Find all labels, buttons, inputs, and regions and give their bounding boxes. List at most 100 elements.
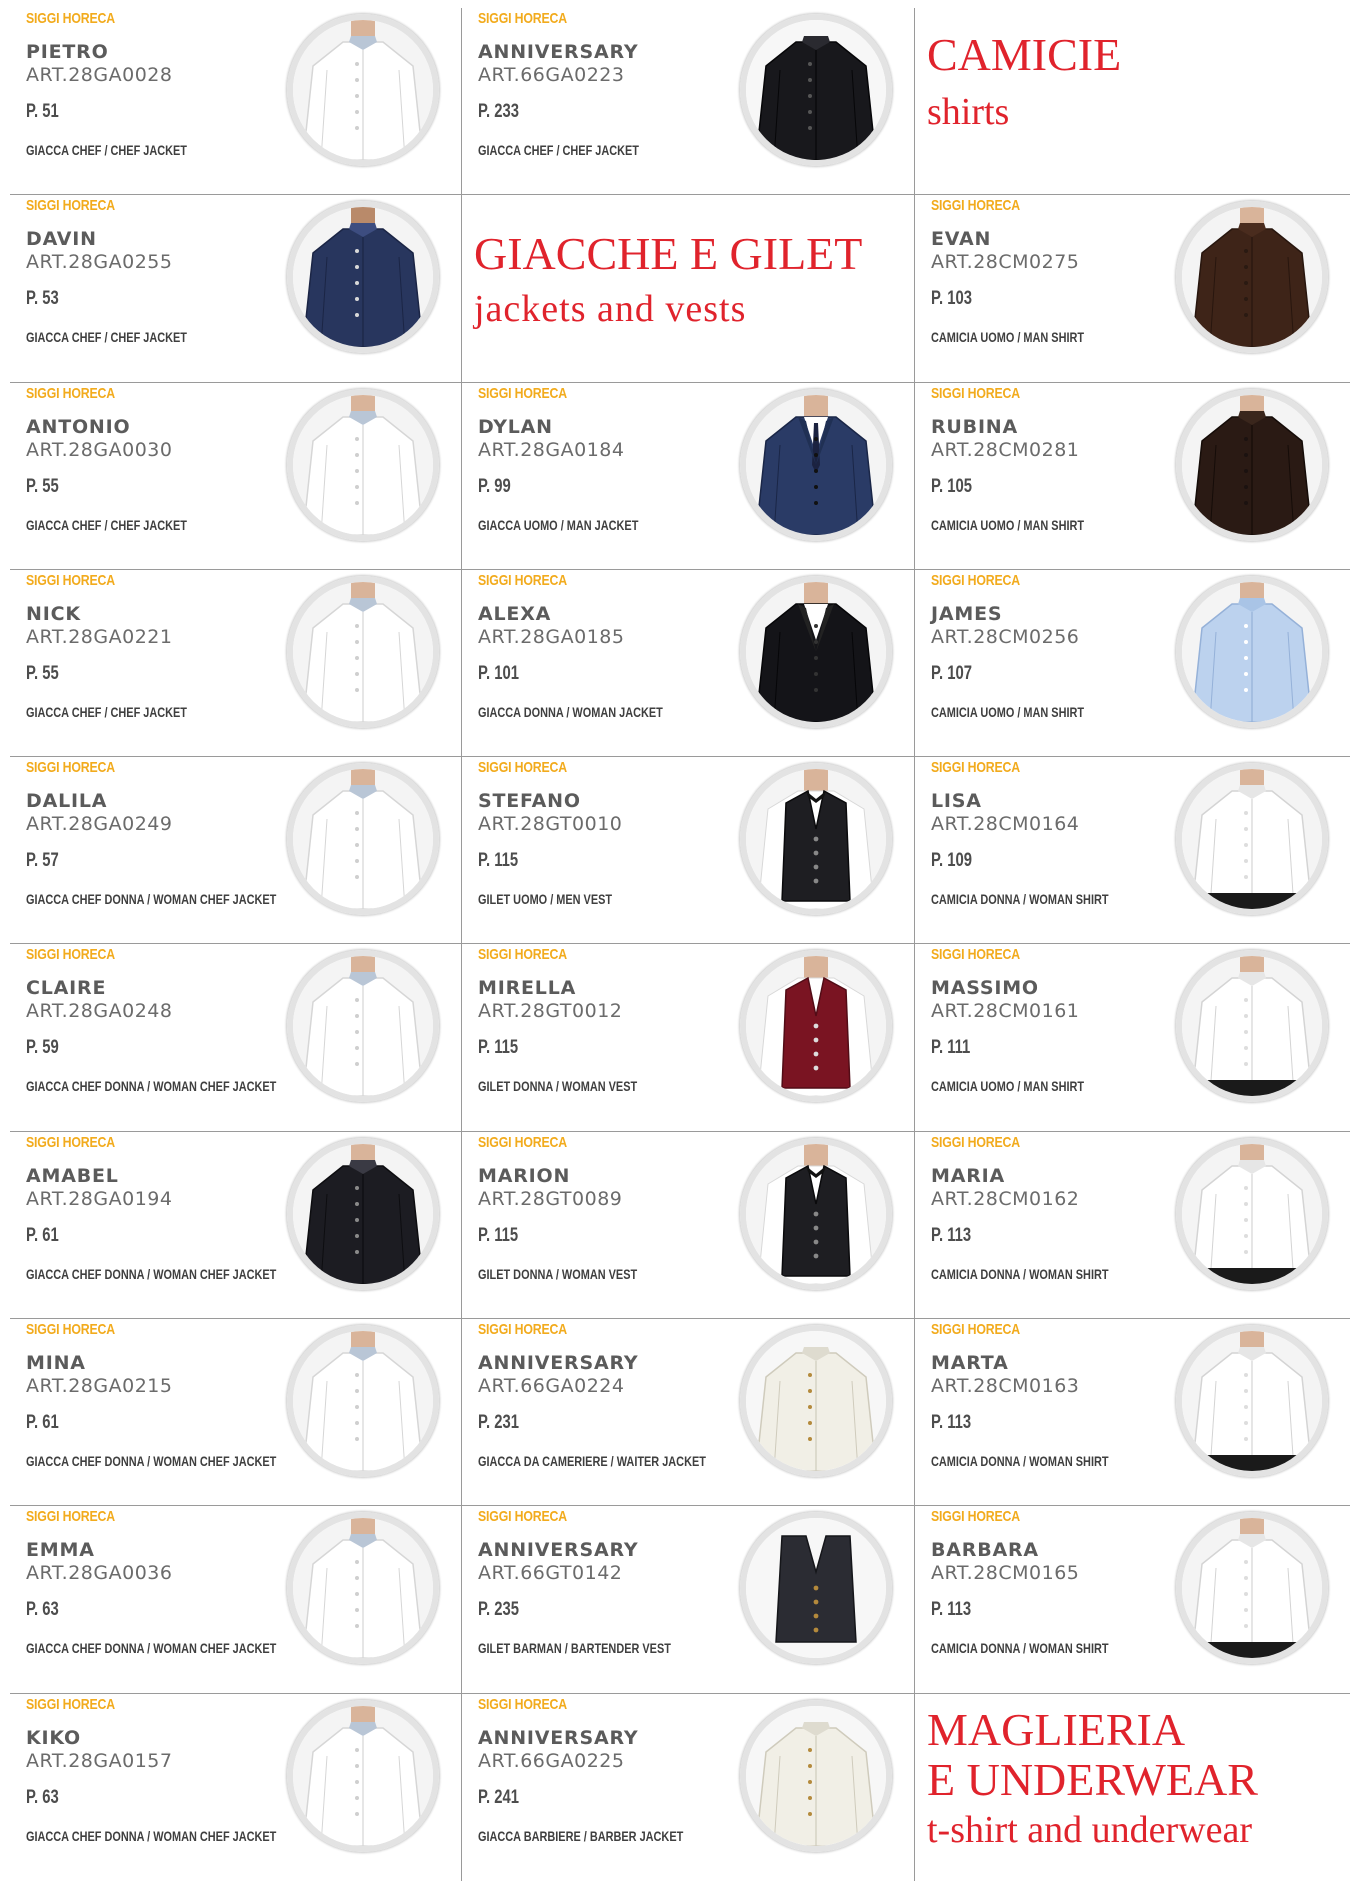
garment-illustration [293, 207, 433, 348]
product-card[interactable]: SIGGI HORECA BARBARA ART.28CM0165 P. 113… [915, 1506, 1350, 1694]
article-code: ART.28CM0256 [931, 625, 1080, 648]
product-card[interactable]: SIGGI HORECA DALILA ART.28GA0249 P. 57 G… [10, 757, 462, 945]
garment-illustration [293, 1705, 433, 1846]
product-card[interactable]: SIGGI HORECA ANNIVERSARY ART.66GT0142 P.… [462, 1506, 915, 1694]
brand-label: SIGGI HORECA [478, 1133, 567, 1151]
product-name: STEFANO [478, 790, 581, 813]
product-category: GIACCA CHEF DONNA / WOMAN CHEF JACKET [26, 1827, 277, 1844]
product-name: RUBINA [931, 415, 1019, 438]
page-ref: P. 105 [931, 475, 972, 497]
product-card[interactable]: SIGGI HORECA MIRELLA ART.28GT0012 P. 115… [462, 944, 915, 1132]
brand-label: SIGGI HORECA [26, 197, 115, 215]
page-ref: P. 61 [26, 1412, 59, 1434]
brand-label: SIGGI HORECA [478, 571, 567, 589]
product-photo [287, 763, 439, 916]
page-ref: P. 59 [26, 1037, 59, 1059]
page-ref: P. 55 [26, 475, 59, 497]
article-code: ART.28GA0221 [26, 625, 173, 648]
product-photo [1176, 763, 1328, 916]
product-card[interactable]: SIGGI HORECA DYLAN ART.28GA0184 P. 99 GI… [462, 382, 915, 570]
product-photo [1176, 575, 1328, 728]
article-code: ART.28CM0164 [931, 813, 1080, 836]
product-photo [740, 1512, 892, 1665]
product-card[interactable]: SIGGI HORECA ALEXA ART.28GA0185 P. 101 G… [462, 569, 915, 758]
product-card[interactable]: SIGGI HORECA EMMA ART.28GA0036 P. 63 GIA… [10, 1506, 462, 1694]
brand-label: SIGGI HORECA [931, 1508, 1020, 1526]
product-category: GIACCA CHEF / CHEF JACKET [26, 703, 187, 720]
product-card[interactable]: SIGGI HORECA LISA ART.28CM0164 P. 109 CA… [915, 757, 1350, 945]
article-code: ART.28CM0163 [931, 1375, 1080, 1398]
product-category: CAMICIA UOMO / MAN SHIRT [931, 703, 1085, 720]
section-title-line1: MAGLIERIA [927, 1703, 1186, 1755]
garment-illustration [746, 20, 886, 160]
product-card[interactable]: SIGGI HORECA JAMES ART.28CM0256 P. 107 C… [915, 570, 1350, 758]
product-card[interactable]: SIGGI HORECA DAVIN ART.28GA0255 P. 53 GI… [10, 195, 462, 383]
brand-label: SIGGI HORECA [26, 759, 115, 777]
product-name: DALILA [26, 790, 108, 813]
product-card[interactable]: SIGGI HORECA MARIA ART.28CM0162 P. 113 C… [915, 1132, 1350, 1320]
product-photo [1176, 201, 1328, 354]
page-ref: P. 63 [26, 1599, 59, 1621]
product-card[interactable]: SIGGI HORECA ANNIVERSARY ART.66GA0225 P.… [462, 1693, 915, 1881]
product-category: GILET DONNA / WOMAN VEST [478, 1078, 638, 1095]
garment-illustration [1182, 394, 1322, 535]
garment-illustration [293, 956, 433, 1097]
section-heading-knitwear: MAGLIERIA E UNDERWEAR t-shirt and underw… [915, 1694, 1350, 1881]
page-ref: P. 113 [931, 1412, 972, 1434]
product-card[interactable]: SIGGI HORECA MINA ART.28GA0215 P. 61 GIA… [10, 1319, 462, 1507]
product-name: ANTONIO [26, 415, 131, 438]
product-photo [287, 388, 439, 541]
product-grid: SIGGI HORECA PIETRO ART.28GA0028 P. 51 G… [10, 8, 1350, 1881]
garment-illustration [1182, 956, 1322, 1097]
product-card[interactable]: SIGGI HORECA EVAN ART.28CM0275 P. 103 CA… [915, 195, 1350, 383]
article-code: ART.66GA0224 [478, 1375, 625, 1398]
page-ref: P. 113 [931, 1224, 972, 1246]
brand-label: SIGGI HORECA [26, 1695, 115, 1713]
product-card[interactable]: SIGGI HORECA NICK ART.28GA0221 P. 55 GIA… [10, 569, 462, 758]
product-card[interactable]: SIGGI HORECA ANNIVERSARY ART.66GA0223 P.… [462, 8, 915, 196]
brand-label: SIGGI HORECA [26, 1508, 115, 1526]
article-code: ART.28CM0162 [931, 1187, 1080, 1210]
product-card[interactable]: SIGGI HORECA ANTONIO ART.28GA0030 P. 55 … [10, 382, 462, 570]
product-photo [740, 14, 892, 166]
product-card[interactable]: SIGGI HORECA ANNIVERSARY ART.66GA0224 P.… [462, 1319, 915, 1507]
garment-illustration [293, 1331, 433, 1472]
product-name: ANNIVERSARY [478, 41, 639, 63]
product-card[interactable]: SIGGI HORECA MARION ART.28GT0089 P. 115 … [462, 1131, 915, 1320]
article-code: ART.28GT0012 [478, 1000, 623, 1023]
product-name: MARION [478, 1164, 571, 1187]
product-photo [740, 1137, 892, 1290]
brand-label: SIGGI HORECA [931, 946, 1020, 964]
product-category: CAMICIA UOMO / MAN SHIRT [931, 1078, 1085, 1095]
product-photo [740, 763, 892, 916]
article-code: ART.66GT0142 [478, 1562, 623, 1585]
page-ref: P. 101 [478, 662, 519, 684]
product-card[interactable]: SIGGI HORECA KIKO ART.28GA0157 P. 63 GIA… [10, 1693, 462, 1881]
article-code: ART.28CM0275 [931, 251, 1080, 274]
section-subtitle: jackets and vests [474, 288, 747, 331]
product-card[interactable]: SIGGI HORECA RUBINA ART.28CM0281 P. 105 … [915, 383, 1350, 570]
product-name: EMMA [26, 1539, 95, 1562]
product-card[interactable]: SIGGI HORECA PIETRO ART.28GA0028 P. 51 G… [10, 8, 462, 196]
brand-label: SIGGI HORECA [931, 1133, 1020, 1151]
product-category: GIACCA CHEF / CHEF JACKET [26, 142, 187, 158]
brand-label: SIGGI HORECA [26, 571, 115, 589]
page-ref: P. 115 [478, 1037, 519, 1059]
product-name: DYLAN [478, 415, 553, 438]
article-code: ART.28GA0249 [26, 813, 173, 836]
brand-label: SIGGI HORECA [478, 1321, 567, 1339]
article-code: ART.66GA0225 [478, 1749, 625, 1772]
article-code: ART.28GA0028 [26, 64, 173, 86]
product-card[interactable]: SIGGI HORECA CLAIRE ART.28GA0248 P. 59 G… [10, 944, 462, 1132]
product-card[interactable]: SIGGI HORECA MARTA ART.28CM0163 P. 113 C… [915, 1319, 1350, 1507]
product-photo [287, 575, 439, 728]
brand-label: SIGGI HORECA [478, 1695, 567, 1713]
product-category: GILET BARMAN / BARTENDER VEST [478, 1640, 671, 1657]
garment-illustration [746, 1143, 886, 1284]
product-card[interactable]: SIGGI HORECA MASSIMO ART.28CM0161 P. 111… [915, 944, 1350, 1132]
product-card[interactable]: SIGGI HORECA AMABEL ART.28GA0194 P. 61 G… [10, 1131, 462, 1320]
brand-label: SIGGI HORECA [26, 1321, 115, 1339]
product-card[interactable]: SIGGI HORECA STEFANO ART.28GT0010 P. 115… [462, 757, 915, 945]
brand-label: SIGGI HORECA [931, 384, 1020, 402]
product-category: GIACCA DONNA / WOMAN JACKET [478, 703, 663, 720]
